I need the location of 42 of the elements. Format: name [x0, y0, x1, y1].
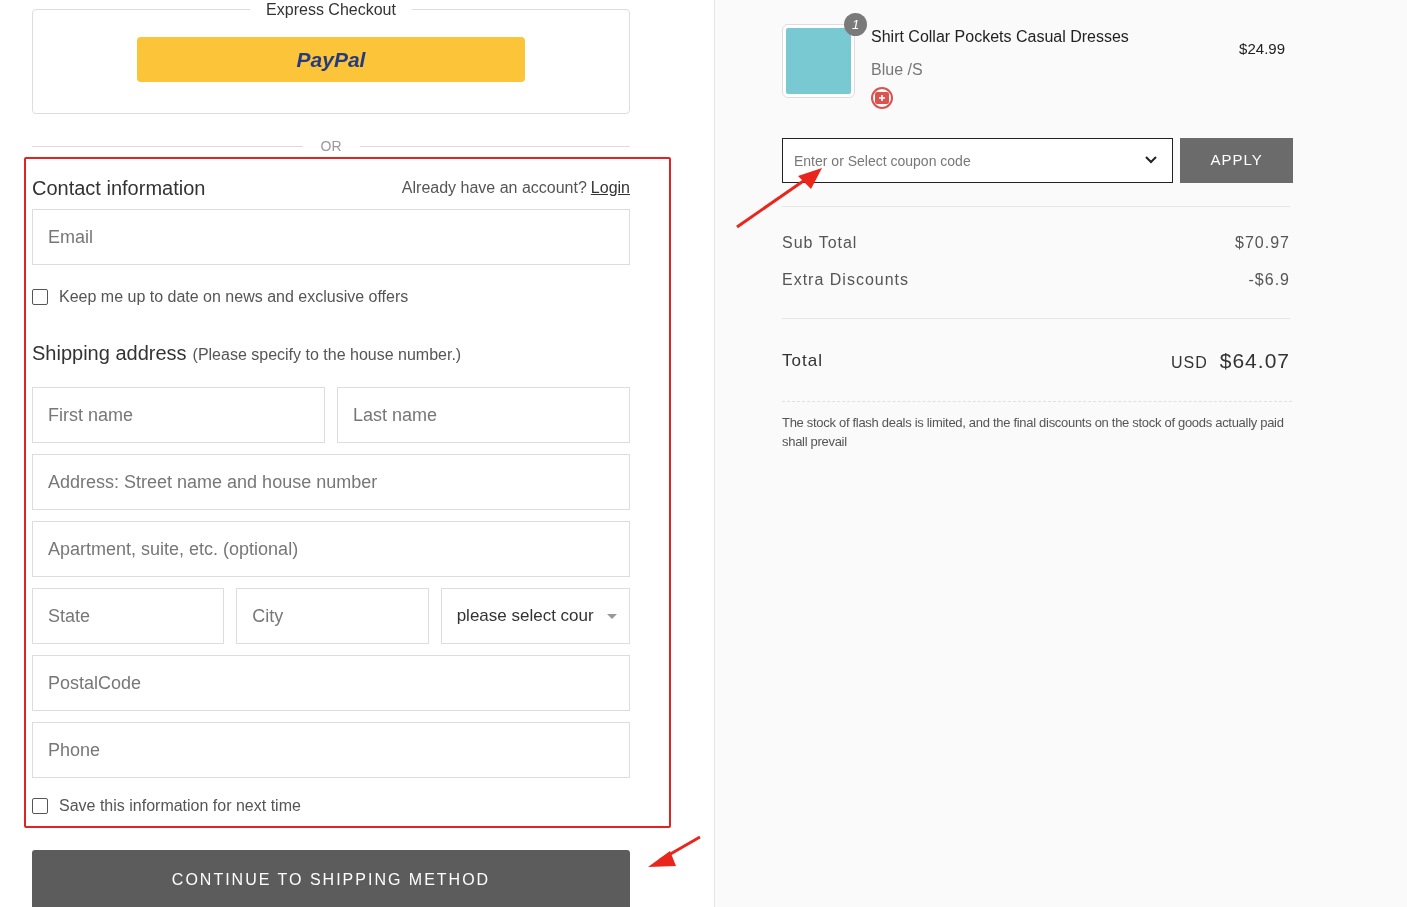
input-field[interactable]: First name	[32, 387, 325, 443]
section-title: Contact information	[32, 176, 206, 201]
input-field[interactable]: PostalCode	[32, 655, 630, 711]
apply-button[interactable]: APPLY	[1180, 138, 1293, 183]
section-title: Shipping address	[32, 341, 187, 366]
input-field[interactable]: Email	[32, 209, 630, 265]
input-field[interactable]: City	[236, 588, 429, 644]
summary-label: Sub Total	[782, 233, 858, 253]
checkbox-label: Save this information for next time	[59, 796, 301, 816]
country-select[interactable]: please select cour	[440, 588, 630, 644]
input-field[interactable]: Address: Street name and house number	[32, 454, 630, 510]
summary-label: Extra Discounts	[782, 270, 910, 290]
product-title: Shirt Collar Pockets Casual Dresses	[871, 27, 1129, 47]
input-field[interactable]: Last name	[337, 387, 630, 443]
section-hint: (Please specify to the house number.)	[192, 345, 462, 365]
product-variant: Blue /S	[871, 60, 924, 80]
checkbox[interactable]	[32, 798, 48, 814]
input-field[interactable]: Apartment, suite, etc. (optional)	[32, 521, 630, 577]
panel-legend: Express Checkout	[250, 0, 412, 19]
paypal-button[interactable]: PayPal	[137, 37, 525, 82]
gift-icon	[871, 87, 893, 109]
summary-value: -$6.9	[1248, 270, 1290, 290]
chevron-down-icon	[1145, 156, 1158, 164]
annotation-arrow	[648, 835, 701, 867]
checkbox-label: Keep me up to date on news and exclusive offers	[59, 287, 409, 307]
continue-button[interactable]: CONTINUE TO SHIPPING METHOD	[32, 850, 630, 907]
coupon-field[interactable]: Enter or Select coupon code	[782, 138, 1174, 183]
divider-label: OR	[320, 136, 342, 156]
stock-notice: The stock of flash deals is limited, and the final discounts on the stock of goods actually paid shall prevail	[782, 413, 1285, 451]
checkbox[interactable]	[32, 289, 48, 305]
total-amount: $64.07	[1219, 348, 1290, 374]
photo-placeholder	[786, 28, 851, 94]
total-label: Total	[782, 350, 823, 372]
account-prompt: Already have an account?	[401, 178, 587, 198]
total-currency: USD	[1171, 353, 1208, 373]
product-price: $24.99	[1239, 39, 1285, 59]
summary-value: $70.97	[1235, 233, 1290, 253]
login-link[interactable]: Login	[590, 176, 630, 200]
caret-icon	[607, 613, 617, 619]
input-field[interactable]: Phone	[32, 722, 630, 778]
input-field[interactable]: State	[32, 588, 225, 644]
quantity-badge: 1	[844, 13, 867, 36]
